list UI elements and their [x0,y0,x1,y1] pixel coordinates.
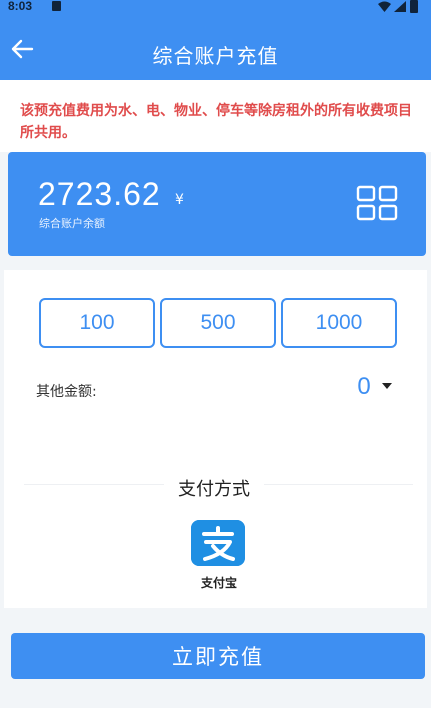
caret-down-icon[interactable] [382,383,392,389]
signal-icon [394,1,406,12]
status-bar: 8:03 [0,0,431,14]
alipay-icon[interactable] [191,520,245,566]
other-amount-input[interactable] [344,372,384,402]
other-amount-label: 其他金额: [36,384,97,400]
app-bar: 综合账户充值 [0,14,431,80]
status-time: 8:03 [8,0,33,13]
amount-option-100[interactable]: 100 [39,298,155,348]
sim-card-icon [52,1,61,11]
recharge-panel: 100 500 1000 其他金额: 支付方式 支付宝 [4,270,427,608]
battery-icon [410,0,418,13]
amount-option-1000[interactable]: 1000 [281,298,397,348]
balance-card: 2723.62 ¥ 综合账户余额 [8,152,426,256]
page-title: 综合账户充值 [152,44,279,68]
notice-text: 该预充值费用为水、电、物业、停车等除房租外的所有收费项目所共用。 [20,103,412,141]
notice-banner: 该预充值费用为水、电、物业、停车等除房租外的所有收费项目所共用。 [0,80,431,152]
wifi-icon [378,1,391,12]
currency-unit: ¥ [175,192,184,208]
balance-amount: 2723.62 [38,176,161,212]
amount-option-500[interactable]: 500 [160,298,276,348]
recharge-now-button[interactable]: 立即充值 [11,633,425,679]
alipay-label[interactable]: 支付宝 [192,574,246,591]
balance-label: 综合账户余额 [39,217,105,230]
payment-method-title: 支付方式 [164,475,264,501]
grid-icon[interactable] [356,185,398,221]
